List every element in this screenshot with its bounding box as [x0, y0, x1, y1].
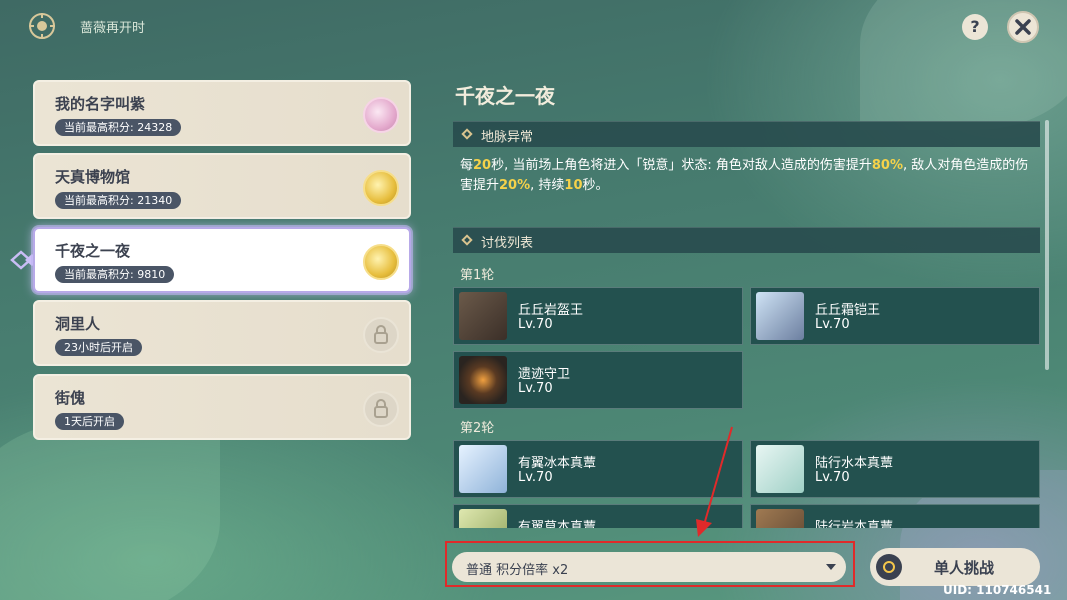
- ruin-guard-portrait-icon: [459, 356, 507, 404]
- stretchy-geoshroom-portrait-icon: [756, 509, 804, 528]
- winged-dendroshroom-portrait-icon: [459, 509, 507, 528]
- stage-item-naive-museum[interactable]: 天真博物馆 当前最高积分: 21340: [33, 153, 411, 219]
- enemy-card[interactable]: 遗迹守卫 Lv.70: [453, 351, 743, 409]
- help-button[interactable]: ?: [962, 14, 988, 40]
- scrollbar[interactable]: [1045, 120, 1049, 370]
- ley-line-header: 地脉异常: [453, 121, 1040, 147]
- close-button[interactable]: [1007, 11, 1039, 43]
- single-player-challenge-button[interactable]: 单人挑战: [870, 548, 1040, 586]
- enemy-card[interactable]: 陆行岩本真蕈: [750, 504, 1040, 528]
- enemy-name: 丘丘岩盔王: [518, 303, 584, 318]
- desc-highlight: 20%: [499, 178, 531, 193]
- enemy-level: Lv.70: [815, 470, 850, 485]
- enemy-card[interactable]: 丘丘霜铠王 Lv.70: [750, 287, 1040, 345]
- desc-text: 秒。: [582, 178, 609, 193]
- desc-text: 每: [460, 158, 474, 173]
- stage-score-badge: 当前最高积分: 24328: [55, 119, 182, 136]
- enemy-name: 遗迹守卫: [518, 367, 571, 382]
- pink-flower-medal-icon: [363, 97, 399, 133]
- desc-highlight: 20: [473, 158, 492, 173]
- enemy-list-header: 讨伐列表: [453, 227, 1040, 253]
- stage-name: 我的名字叫紫: [55, 95, 146, 113]
- challenge-icon: [876, 554, 902, 580]
- desc-highlight: 10: [564, 178, 583, 193]
- enemy-name: 有翼草本真蕈: [518, 520, 597, 528]
- question-icon: ?: [970, 17, 980, 36]
- enemy-level: Lv.70: [518, 317, 553, 332]
- diamond-icon: [461, 234, 473, 246]
- wave-label: 第2轮: [460, 421, 495, 436]
- desc-text: 秒, 当前场上角色将进入「锐意」状态: 角色对敌人造成的伤害提升: [491, 158, 872, 173]
- enemy-level: Lv.70: [518, 381, 553, 396]
- ley-line-description: 每20秒, 当前场上角色将进入「锐意」状态: 角色对敌人造成的伤害提升80% , …: [460, 156, 1035, 196]
- enemy-level: Lv.70: [518, 470, 553, 485]
- enemy-level: Lv.70: [815, 317, 850, 332]
- diamond-icon: [461, 128, 473, 140]
- start-label: 单人挑战: [934, 559, 995, 577]
- desc-highlight: 80%: [871, 158, 904, 173]
- event-title: 蔷薇再开时: [80, 21, 146, 36]
- winged-cryoshroom-portrait-icon: [459, 445, 507, 493]
- rose-emblem-icon: [29, 13, 55, 39]
- uid-label: UID: 110746541: [943, 583, 1052, 597]
- wave-label: 第1轮: [460, 268, 495, 283]
- annotation-highlight-box: [445, 541, 855, 587]
- close-icon: [1015, 19, 1031, 35]
- enemy-card[interactable]: 丘丘岩盔王 Lv.70: [453, 287, 743, 345]
- enemy-name: 陆行水本真蕈: [815, 456, 894, 471]
- enemy-name: 有翼冰本真蕈: [518, 456, 597, 471]
- stage-detail-title: 千夜之一夜: [455, 84, 555, 108]
- gold-flower-medal-icon: [363, 170, 399, 206]
- hilichurl-frost-king-portrait-icon: [756, 292, 804, 340]
- desc-text: , 持续: [530, 178, 565, 193]
- hilichurl-rock-king-portrait-icon: [459, 292, 507, 340]
- enemy-card[interactable]: 陆行水本真蕈 Lv.70: [750, 440, 1040, 498]
- enemy-list-scroll-area[interactable]: 第1轮 丘丘岩盔王 Lv.70 丘丘霜铠王 Lv.70 遗迹守卫 Lv.70 第…: [0, 258, 1067, 528]
- stage-score-badge: 当前最高积分: 21340: [55, 192, 182, 209]
- section-title: 讨伐列表: [481, 236, 534, 251]
- stretchy-hydroshroom-portrait-icon: [756, 445, 804, 493]
- stage-name: 天真博物馆: [55, 168, 131, 186]
- enemy-name: 丘丘霜铠王: [815, 303, 881, 318]
- top-bar: 蔷薇再开时 ?: [0, 0, 1067, 56]
- enemy-name: 陆行岩本真蕈: [815, 520, 894, 528]
- annotation-arrow-icon: [696, 426, 733, 537]
- stage-item-my-name-is-murasaki[interactable]: 我的名字叫紫 当前最高积分: 24328: [33, 80, 411, 146]
- section-title: 地脉异常: [481, 130, 534, 145]
